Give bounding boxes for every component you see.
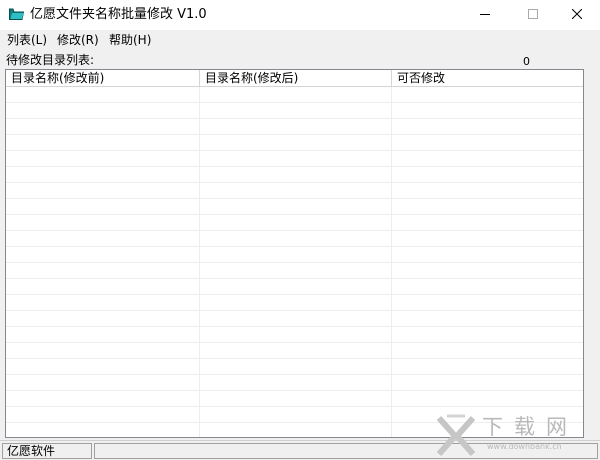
column-divider — [391, 87, 392, 437]
window-title: 亿愿文件夹名称批量修改 V1.0 — [30, 7, 207, 22]
menu-modify[interactable]: 修改(R) — [57, 32, 99, 48]
watermark-text: 下载网 — [482, 415, 578, 439]
list-header: 目录名称(修改前) 目录名称(修改后) 可否修改 — [6, 70, 583, 87]
list-body[interactable] — [6, 87, 583, 437]
close-button[interactable] — [554, 0, 600, 30]
app-window: 亿愿文件夹名称批量修改 V1.0 列表(L) 修改(R) 帮助(H) 待修改目录… — [0, 0, 600, 460]
folder-icon — [9, 8, 25, 20]
menu-list[interactable]: 列表(L) — [7, 32, 47, 48]
directory-list-view[interactable]: 目录名称(修改前) 目录名称(修改后) 可否修改 — [5, 69, 584, 438]
watermark-logo-icon — [435, 412, 477, 459]
pending-list-label: 待修改目录列表: — [6, 53, 95, 67]
close-icon — [571, 8, 583, 22]
minimize-button[interactable] — [462, 0, 508, 30]
watermark-url: www.downbank.cn — [487, 442, 562, 451]
item-count: 0 — [523, 55, 530, 68]
minimize-icon — [480, 8, 490, 22]
menu-help[interactable]: 帮助(H) — [109, 32, 151, 48]
column-divider — [199, 87, 200, 437]
maximize-icon — [528, 8, 538, 22]
watermark: 下载网 www.downbank.cn — [435, 412, 595, 458]
column-header-name-before[interactable]: 目录名称(修改前) — [6, 70, 200, 87]
column-header-modifiable[interactable]: 可否修改 — [392, 70, 583, 87]
status-text: 亿愿软件 — [2, 443, 92, 459]
maximize-button[interactable] — [510, 0, 556, 30]
title-bar[interactable]: 亿愿文件夹名称批量修改 V1.0 — [0, 0, 600, 30]
menu-bar: 列表(L) 修改(R) 帮助(H) — [0, 30, 600, 50]
column-header-name-after[interactable]: 目录名称(修改后) — [200, 70, 392, 87]
